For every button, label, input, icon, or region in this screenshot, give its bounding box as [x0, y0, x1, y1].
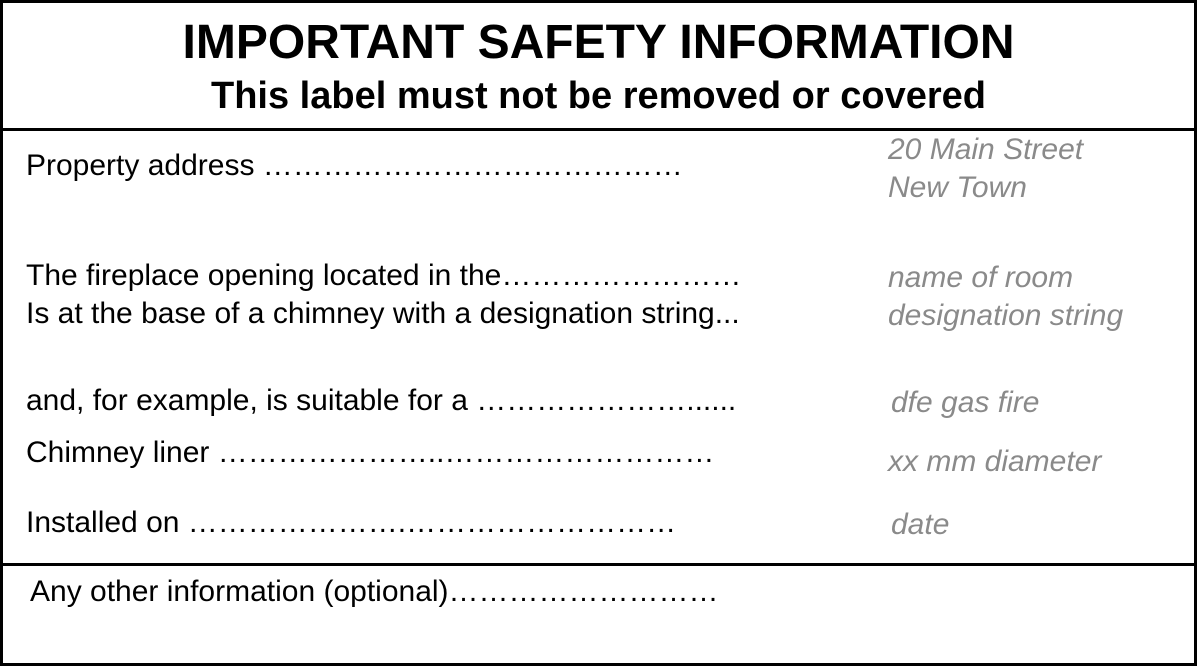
label-subtitle: This label must not be removed or covere… — [211, 75, 986, 117]
label-header: IMPORTANT SAFETY INFORMATION This label … — [3, 3, 1194, 131]
installed-on-label: Installed on ………………….……………………… — [26, 506, 677, 539]
property-address-line2: New Town — [888, 171, 1027, 204]
fireplace-room-value: name of room — [888, 261, 1074, 294]
fireplace-room-label: The fireplace opening located in the…………… — [26, 259, 742, 292]
chimney-liner-label: Chimney liner …………………..……………………… — [26, 436, 715, 469]
suitable-for-label: and, for example, is suitable for a …………… — [26, 384, 737, 417]
section-divider — [3, 563, 1194, 566]
other-information-label: Any other information (optional)……………………… — [30, 575, 719, 608]
property-address-label: Property address …………………………………… — [26, 149, 683, 182]
chimney-liner-value: xx mm diameter — [888, 445, 1102, 478]
suitable-for-value: dfe gas fire — [891, 386, 1040, 419]
safety-label: IMPORTANT SAFETY INFORMATION This label … — [0, 0, 1197, 666]
property-address-line1: 20 Main Street — [888, 133, 1084, 166]
chimney-designation-label: Is at the base of a chimney with a desig… — [26, 297, 740, 330]
label-title: IMPORTANT SAFETY INFORMATION — [182, 16, 1015, 69]
installed-on-value: date — [891, 508, 950, 541]
chimney-designation-value: designation string — [888, 299, 1124, 332]
